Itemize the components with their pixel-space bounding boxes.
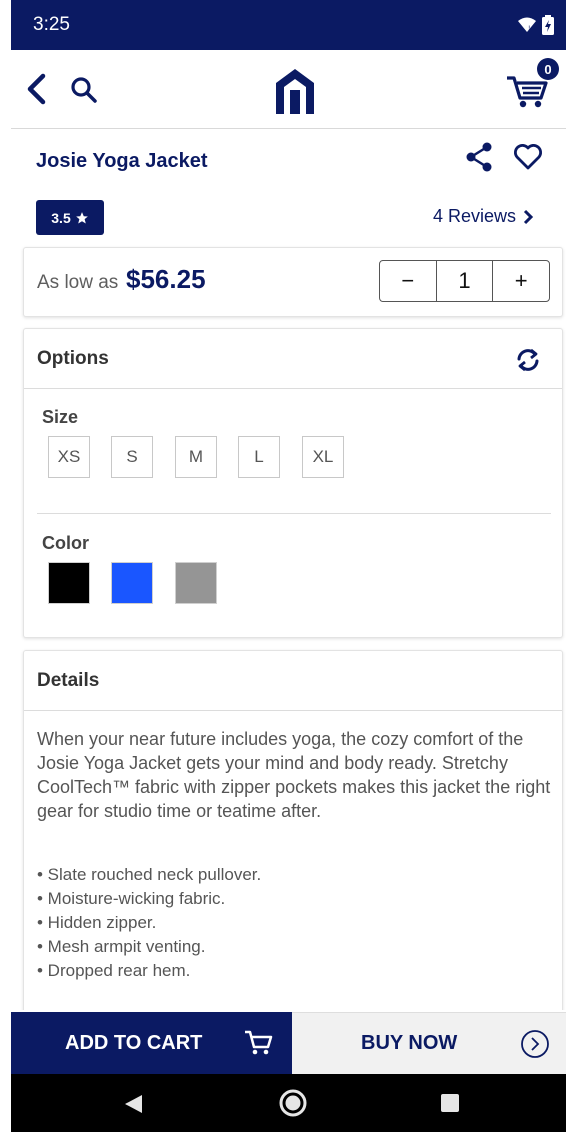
rating-value: 3.5 [51, 209, 71, 226]
add-to-cart-button[interactable]: ADD TO CART [11, 1012, 292, 1074]
size-label: Size [42, 407, 79, 427]
bullet-item: • Mesh armpit venting. [37, 937, 206, 956]
color-label: Color [42, 533, 89, 553]
details-card: Details When your near future includes y… [23, 650, 563, 1010]
nav-home-icon[interactable] [278, 1088, 308, 1118]
product-content[interactable]: Josie Yoga Jacket 3.5 4 Reviews As low a… [11, 130, 566, 1010]
star-icon [75, 211, 88, 224]
bullet-item: • Dropped rear hem. [37, 961, 191, 980]
rating-badge: 3.5 [36, 200, 104, 235]
product-title: Josie Yoga Jacket [36, 150, 208, 172]
price-label: As low as [37, 272, 119, 293]
buy-now-label: BUY NOW [361, 1032, 458, 1054]
back-arrow-icon[interactable] [23, 72, 51, 106]
size-option-xs[interactable]: XS [48, 436, 90, 478]
reviews-link[interactable]: 4 Reviews [433, 206, 534, 227]
color-swatch-gray[interactable] [175, 562, 217, 604]
bullet-item: • Moisture-wicking fabric. [37, 889, 226, 908]
increment-button[interactable]: + [492, 261, 549, 301]
arrow-circle-right-icon [521, 1030, 549, 1058]
size-option-s[interactable]: S [111, 436, 153, 478]
system-navigation-bar [11, 1074, 566, 1132]
bottom-action-bar: ADD TO CART BUY NOW [11, 1012, 566, 1074]
size-option-xl[interactable]: XL [302, 436, 344, 478]
share-icon[interactable] [466, 142, 494, 172]
quantity-value[interactable]: 1 [435, 261, 493, 301]
bullet-item: • Hidden zipper. [37, 913, 157, 932]
screen-frame-left [0, 0, 11, 1132]
details-header: Details [24, 651, 562, 711]
wifi-icon: ! [518, 17, 536, 32]
bullet-item: • Slate rouched neck pullover. [37, 865, 262, 884]
status-bar: 3:25 ! [11, 0, 566, 50]
options-divider [37, 513, 551, 514]
nav-back-icon[interactable] [122, 1093, 144, 1115]
refresh-icon[interactable] [514, 346, 542, 374]
svg-text:!: ! [528, 25, 530, 32]
reviews-label: 4 Reviews [433, 206, 517, 226]
details-title: Details [37, 670, 100, 691]
store-logo-icon [276, 69, 314, 114]
status-time: 3:25 [33, 14, 70, 35]
options-header: Options [24, 329, 562, 389]
options-card: Options Size XS S M L XL Color [23, 328, 563, 638]
color-swatch-blue[interactable] [111, 562, 153, 604]
details-bullets: • Slate rouched neck pullover. • Moistur… [37, 863, 261, 983]
heart-icon[interactable] [513, 142, 543, 172]
price-value: $56.25 [126, 264, 206, 294]
cart-count-badge: 0 [537, 58, 559, 80]
buy-now-button[interactable]: BUY NOW [292, 1012, 566, 1074]
chevron-right-icon [523, 209, 534, 224]
price-card: As low as $56.25 − 1 + [23, 247, 563, 317]
system-icons: ! [518, 15, 554, 35]
add-to-cart-label: ADD TO CART [65, 1031, 203, 1054]
nav-recent-apps-icon[interactable] [441, 1094, 459, 1112]
size-option-l[interactable]: L [238, 436, 280, 478]
battery-charging-icon [542, 15, 554, 35]
app-bar: 0 [11, 50, 566, 129]
search-icon[interactable] [69, 75, 99, 105]
color-swatch-black[interactable] [48, 562, 90, 604]
size-option-m[interactable]: M [175, 436, 217, 478]
decrement-button[interactable]: − [380, 261, 436, 301]
quantity-stepper: − 1 + [379, 260, 550, 302]
options-title: Options [37, 348, 109, 369]
details-description: When your near future includes yoga, the… [37, 729, 551, 821]
cart-icon [245, 1030, 273, 1055]
